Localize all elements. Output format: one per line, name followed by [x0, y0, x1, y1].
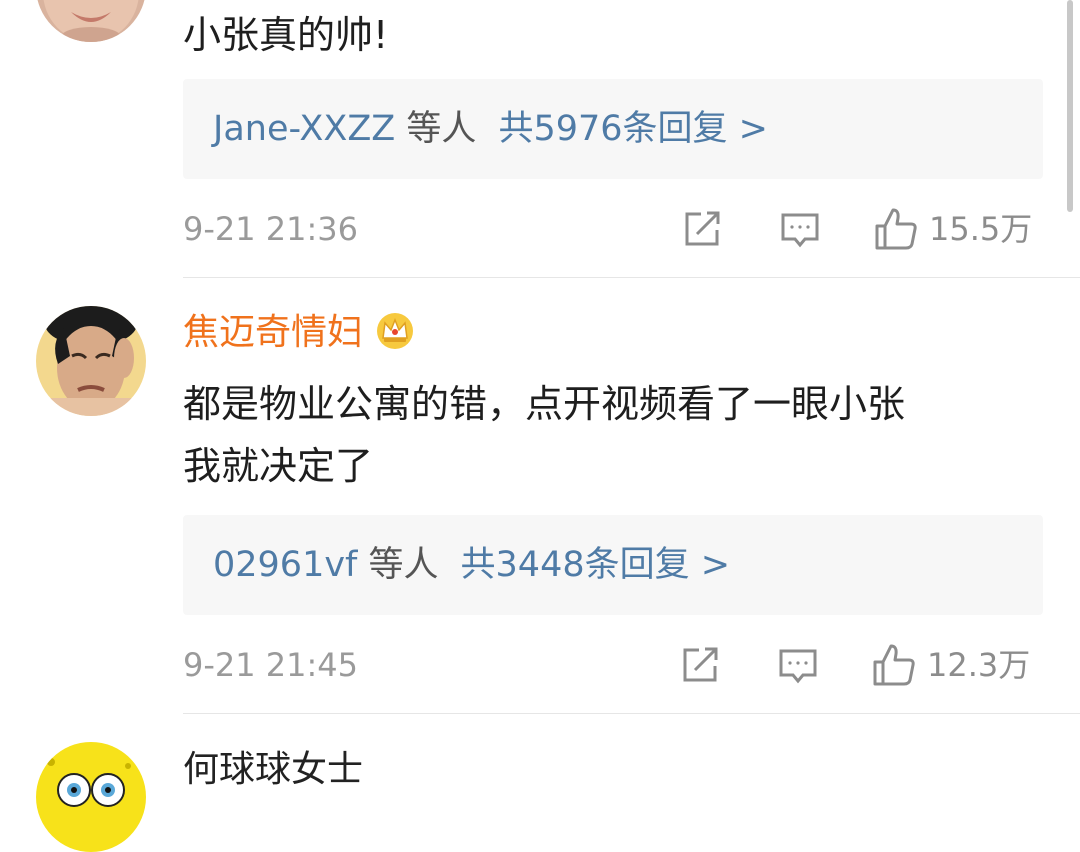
like-button[interactable]: 15.5万 [873, 204, 1032, 254]
comment-button[interactable] [779, 204, 821, 254]
reply-count: 共3448条回复 > [460, 545, 731, 585]
reply-users-suffix: 等人 [368, 545, 439, 585]
comment-icon [779, 208, 821, 250]
comment-text-line: 都是物业公寓的错，点开视频看了一眼小张 [183, 382, 906, 426]
reply-users: Jane-XXZZ [213, 109, 396, 149]
like-count: 15.5万 [929, 210, 1033, 248]
divider [183, 713, 1080, 714]
comment-icon [777, 644, 819, 686]
share-icon [681, 208, 723, 250]
divider [183, 277, 1080, 278]
like-count: 12.3万 [927, 646, 1031, 684]
comment-username[interactable]: 焦迈奇情妇 [183, 310, 415, 355]
comment-username[interactable]: 何球球女士 [183, 748, 363, 792]
share-button[interactable] [679, 640, 721, 690]
reply-users-suffix: 等人 [406, 109, 477, 149]
share-icon [679, 644, 721, 686]
comment-meta: 9-21 21:36 15.5万 [183, 204, 1043, 254]
replies-link[interactable]: Jane-XXZZ 等人 共5976条回复 > [183, 79, 1043, 179]
scrollbar[interactable] [1067, 0, 1073, 212]
share-button[interactable] [681, 204, 723, 254]
username-text: 焦迈奇情妇 [183, 312, 364, 353]
thumbs-up-icon [871, 642, 917, 688]
reply-count: 共5976条回复 > [498, 109, 768, 149]
avatar[interactable] [36, 742, 146, 852]
reply-users: 02961vf [213, 545, 358, 585]
thumbs-up-icon [873, 206, 919, 252]
like-button[interactable]: 12.3万 [871, 640, 1030, 690]
username-text: 何球球女士 [183, 749, 364, 790]
comment-text-line: 我就决定了 [183, 444, 374, 488]
avatar[interactable] [36, 0, 146, 42]
comment-time: 9-21 21:36 [183, 210, 359, 248]
avatar[interactable] [36, 306, 146, 416]
replies-link[interactable]: 02961vf 等人 共3448条回复 > [183, 515, 1043, 615]
comment-button[interactable] [777, 640, 819, 690]
crown-icon [375, 310, 415, 350]
comment-meta: 9-21 21:45 12.3万 [183, 640, 1043, 690]
comment-time: 9-21 21:45 [183, 646, 359, 684]
comment-text: 小张真的帅! [183, 13, 389, 57]
